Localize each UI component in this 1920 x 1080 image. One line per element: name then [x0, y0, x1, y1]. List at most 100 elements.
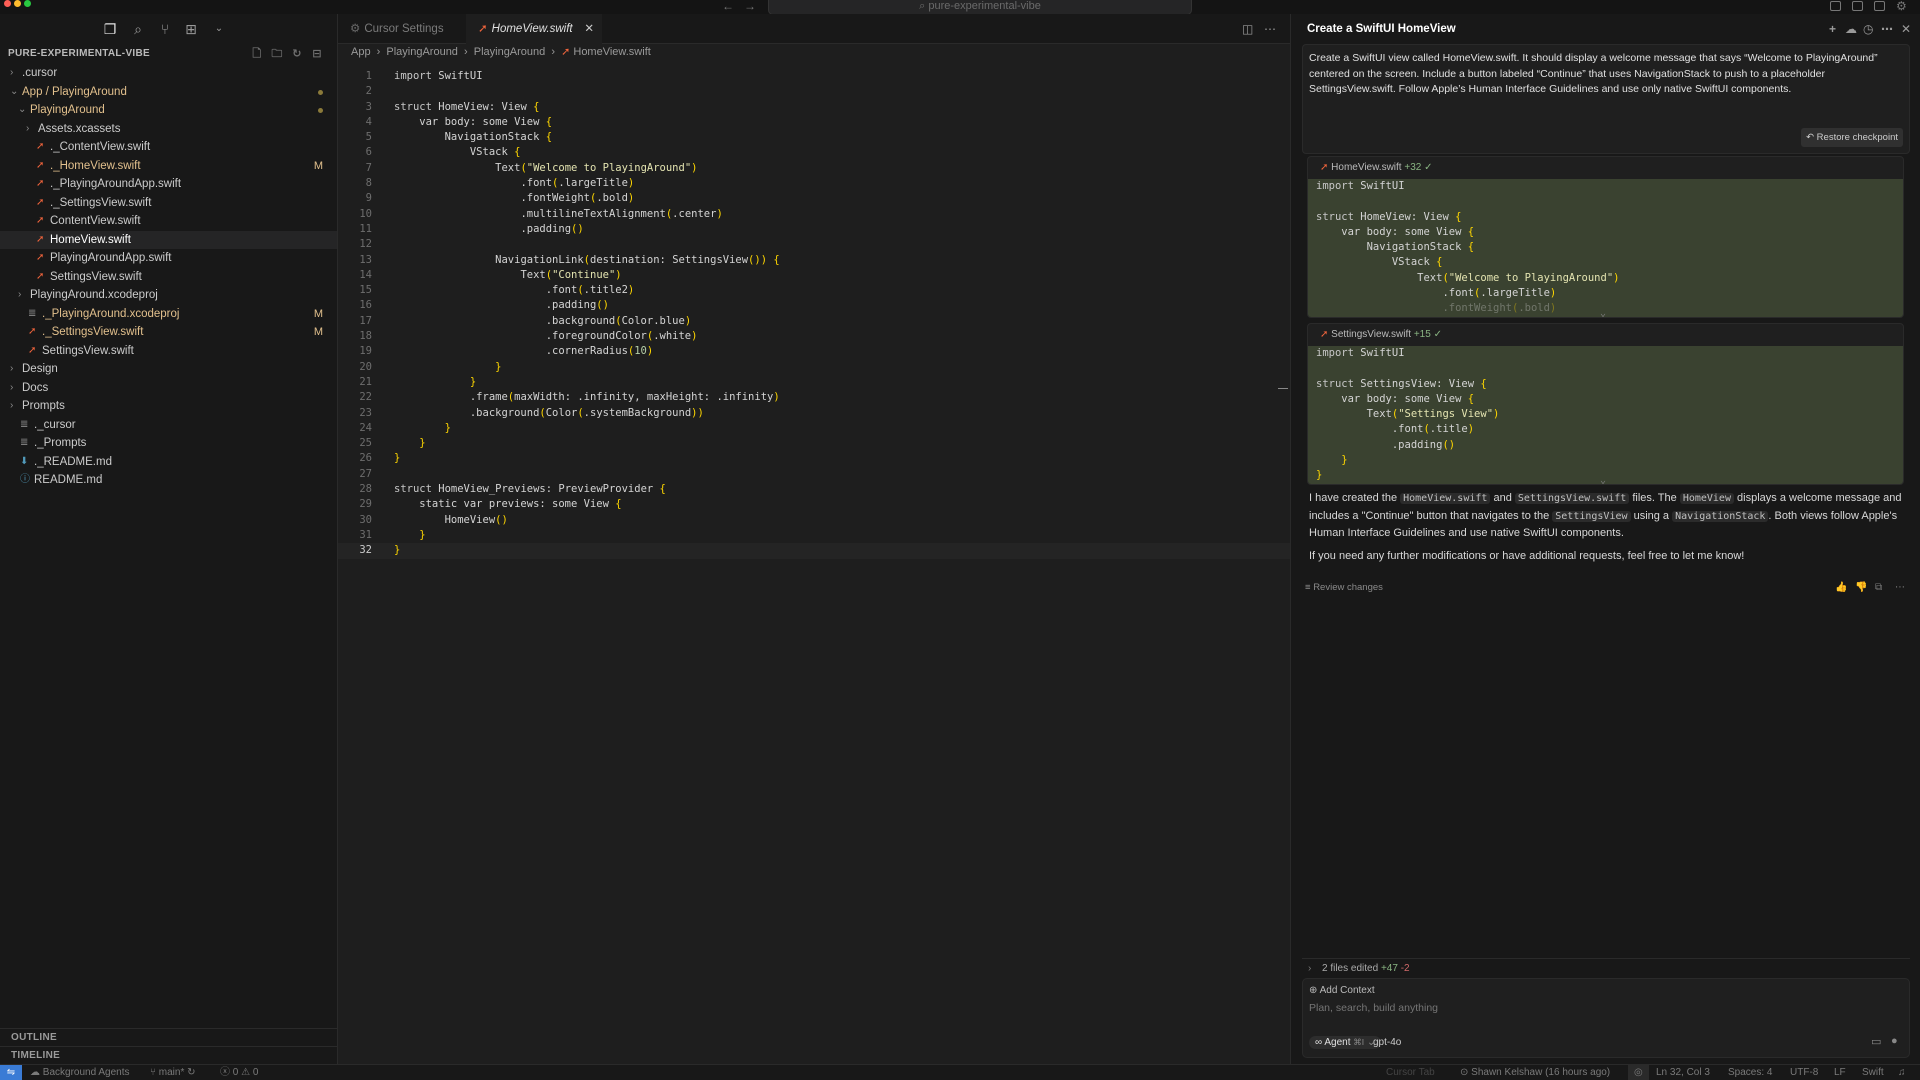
code-editor[interactable]: 1 import SwiftUI 2 3 struct HomeView: View {…	[338, 69, 1290, 559]
agent-mode-selector[interactable]: ∞ Agent ⌘I ⌄	[1309, 1036, 1382, 1049]
tab-cursor-settings[interactable]: ⚙ Cursor Settings	[338, 14, 466, 44]
code-line[interactable]: 16 .padding()	[338, 298, 1290, 313]
tree-file[interactable]: ➚ HomeView.swift	[0, 230, 337, 249]
tree-file[interactable]: ≣ ._cursor	[0, 416, 337, 435]
toggle-secondary-sidebar-icon[interactable]	[1874, 1, 1885, 11]
command-center-search[interactable]: ⌕ pure-experimental-vibe	[768, 0, 1192, 15]
tree-file[interactable]: ⓘ README.md	[0, 471, 337, 490]
more-views-chevron-icon[interactable]: ⌄	[211, 21, 227, 37]
forward-arrow-icon[interactable]: →	[744, 0, 756, 12]
model-selector[interactable]: gpt-4o	[1373, 1037, 1401, 1048]
close-window-button[interactable]	[4, 0, 11, 7]
tree-folder[interactable]: › .cursor	[0, 64, 337, 83]
scrollbar-marker[interactable]	[1278, 388, 1288, 389]
code-line[interactable]: 25 }	[338, 436, 1290, 451]
search-icon[interactable]: ⌕	[130, 21, 146, 37]
send-icon[interactable]: ●	[1891, 1035, 1898, 1047]
extensions-icon[interactable]: ⊞	[183, 21, 199, 37]
diff-header[interactable]: ➚ HomeView.swift +32 ✓	[1308, 157, 1903, 179]
new-folder-icon[interactable]: 🗀	[270, 47, 284, 61]
collapse-all-icon[interactable]: ⊟	[310, 47, 324, 61]
cursor-tab-item[interactable]: Cursor Tab	[1386, 1065, 1435, 1080]
code-line[interactable]: 10 .multilineTextAlignment(.center)	[338, 207, 1290, 222]
code-line[interactable]: 28 struct HomeView_Previews: PreviewProvi…	[338, 482, 1290, 497]
eol-item[interactable]: LF	[1834, 1065, 1846, 1080]
code-line[interactable]: 1 import SwiftUI	[338, 69, 1290, 84]
code-line[interactable]: 30 HomeView()	[338, 513, 1290, 528]
code-line[interactable]: 18 .foregroundColor(.white)	[338, 329, 1290, 344]
code-line[interactable]: 20 }	[338, 360, 1290, 375]
tree-file[interactable]: ≣ ._Prompts	[0, 434, 337, 453]
code-line[interactable]: 15 .font(.title2)	[338, 283, 1290, 298]
code-line[interactable]: 21 }	[338, 375, 1290, 390]
toggle-sidebar-icon[interactable]	[1830, 1, 1841, 11]
breadcrumb-item[interactable]: PlayingAround	[474, 46, 546, 58]
breadcrumb-item[interactable]: HomeView.swift	[573, 46, 650, 58]
thumbs-down-icon[interactable]: 👎	[1855, 582, 1867, 593]
notifications-bell-icon[interactable]: ♫	[1898, 1065, 1906, 1080]
chat-input[interactable]	[1309, 1002, 1889, 1014]
history-icon[interactable]: ◷	[1863, 14, 1873, 44]
code-line[interactable]: 7 Text("Welcome to PlayingAround")	[338, 161, 1290, 176]
diff-header[interactable]: ➚ SettingsView.swift +15 ✓	[1308, 324, 1903, 346]
code-line[interactable]: 6 VStack {	[338, 145, 1290, 160]
breadcrumb-item[interactable]: PlayingAround	[386, 46, 458, 58]
refresh-icon[interactable]: ↻	[290, 47, 304, 61]
indentation-item[interactable]: Spaces: 4	[1728, 1065, 1772, 1080]
maximize-window-button[interactable]	[24, 0, 31, 7]
tree-folder[interactable]: ⌄ App / PlayingAround	[0, 83, 337, 102]
code-line[interactable]: 32}	[338, 543, 1290, 559]
review-changes-button[interactable]: ≡ Review changes	[1305, 582, 1383, 593]
breadcrumb-item[interactable]: App	[351, 46, 371, 58]
code-line[interactable]: 12	[338, 237, 1290, 252]
files-edited-summary[interactable]: › 2 files edited +47 -2	[1302, 958, 1910, 978]
explorer-files-icon[interactable]: ❐	[102, 21, 118, 37]
language-mode-item[interactable]: Swift	[1862, 1065, 1884, 1080]
code-line[interactable]: 3 struct HomeView: View {	[338, 100, 1290, 115]
copy-icon[interactable]: ⧉	[1875, 582, 1882, 593]
code-line[interactable]: 26}	[338, 451, 1290, 466]
code-line[interactable]: 29 static var previews: some View {	[338, 497, 1290, 512]
tree-file[interactable]: ➚ SettingsView.swift	[0, 268, 337, 287]
thumbs-up-icon[interactable]: 👍	[1835, 582, 1847, 593]
diff-card-homeview[interactable]: ➚ HomeView.swift +32 ✓ import SwiftUI str…	[1307, 156, 1904, 318]
code-line[interactable]: 24 }	[338, 421, 1290, 436]
tree-file[interactable]: ➚ ContentView.swift	[0, 212, 337, 231]
problems-item[interactable]: ⓧ 0 ⚠ 0	[220, 1065, 258, 1080]
code-line[interactable]: 5 NavigationStack {	[338, 130, 1290, 145]
tree-file[interactable]: ➚ ._SettingsView.swift	[0, 194, 337, 213]
code-line[interactable]: 23 .background(Color(.systemBackground))	[338, 406, 1290, 421]
copilot-icon[interactable]: ◎	[1628, 1065, 1649, 1080]
close-panel-icon[interactable]: ✕	[1901, 14, 1911, 44]
outline-section[interactable]: OUTLINE	[0, 1028, 338, 1046]
tab-homeview-swift[interactable]: ➚ HomeView.swift ✕	[466, 14, 602, 44]
tree-file[interactable]: ➚ ._HomeView.swift M	[0, 157, 337, 176]
code-line[interactable]: 11 .padding()	[338, 222, 1290, 237]
tree-folder[interactable]: › Assets.xcassets	[0, 120, 337, 139]
settings-gear-icon[interactable]: ⚙	[1896, 0, 1907, 12]
code-line[interactable]: 14 Text("Continue")	[338, 268, 1290, 283]
code-line[interactable]: 22 .frame(maxWidth: .infinity, maxHeight…	[338, 390, 1290, 405]
tree-folder[interactable]: › PlayingAround.xcodeproj	[0, 286, 337, 305]
cloud-icon[interactable]: ☁	[1845, 14, 1857, 44]
tree-file[interactable]: ⬇ ._README.md	[0, 453, 337, 472]
tree-file[interactable]: ➚ ._PlayingAroundApp.swift	[0, 175, 337, 194]
more-actions-icon[interactable]: ⋯	[1264, 22, 1276, 36]
code-line[interactable]: 13 NavigationLink(destination: SettingsV…	[338, 253, 1290, 268]
code-line[interactable]: 27	[338, 467, 1290, 482]
back-arrow-icon[interactable]: ←	[722, 0, 734, 12]
message-more-icon[interactable]: ⋯	[1895, 582, 1905, 593]
explorer-section-header[interactable]: PURE-EXPERIMENTAL-VIBE 🗋 🗀 ↻ ⊟	[0, 44, 337, 64]
minimize-window-button[interactable]	[14, 0, 21, 7]
expand-chevron-icon[interactable]: ⌄	[1600, 308, 1606, 317]
diff-card-settingsview[interactable]: ➚ SettingsView.swift +15 ✓ import SwiftU…	[1307, 323, 1904, 485]
split-editor-icon[interactable]: ◫	[1242, 22, 1253, 36]
code-line[interactable]: 8 .font(.largeTitle)	[338, 176, 1290, 191]
new-file-icon[interactable]: 🗋	[250, 47, 264, 61]
tree-folder[interactable]: ⌄ PlayingAround	[0, 101, 337, 120]
code-line[interactable]: 4 var body: some View {	[338, 115, 1290, 130]
tree-file[interactable]: ➚ ._SettingsView.swift M	[0, 323, 337, 342]
source-control-icon[interactable]: ⑂	[157, 21, 173, 37]
encoding-item[interactable]: UTF-8	[1790, 1065, 1818, 1080]
toggle-panel-icon[interactable]	[1852, 1, 1863, 11]
